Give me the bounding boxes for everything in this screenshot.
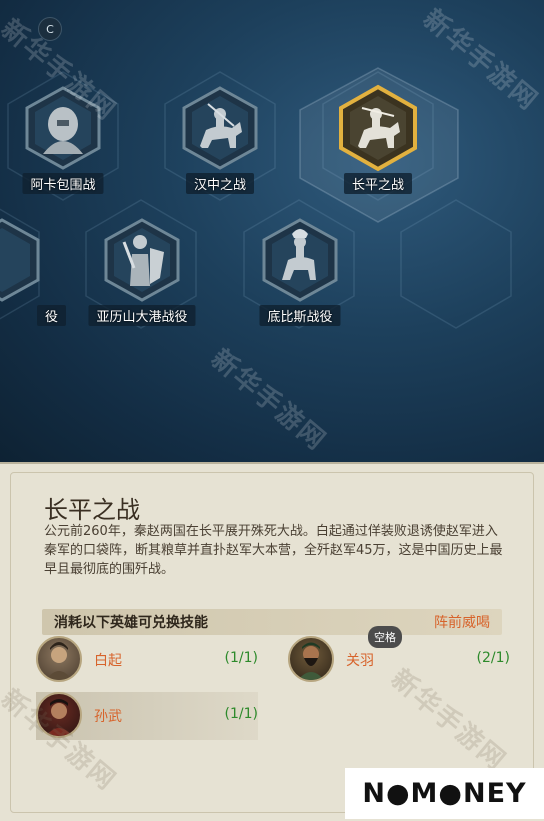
battle-node-hanzhong[interactable]: 汉中之战 <box>160 84 280 194</box>
battle-label: 汉中之战 <box>185 173 255 194</box>
skill-name[interactable]: 阵前威喝 <box>434 612 490 632</box>
battle-label: 役 <box>36 305 66 326</box>
battle-label: 底比斯战役 <box>259 305 341 326</box>
skill-exchange-bar: 消耗以下英雄可兑换技能 阵前威喝 <box>42 609 502 635</box>
battle-description: 公元前260年，秦赵两国在长平展开殊死大战。白起通过佯装败退诱使赵军进入秦军的口… <box>44 524 503 577</box>
hero-item-sunwu[interactable]: 孙武 (1/1) <box>36 692 258 740</box>
battle-map-area: C 阿卡包围战 汉中之战 长平之战 役 亚历山大港战役 底比斯战役 新华手游网 … <box>0 0 544 462</box>
battle-node-thebes[interactable]: 底比斯战役 <box>240 216 360 326</box>
warrior-portrait-icon <box>298 642 324 680</box>
hero-avatar <box>36 692 82 738</box>
cavalry-icon <box>0 218 40 302</box>
warrior-bust-icon <box>25 86 101 170</box>
battle-title: 长平之战 <box>44 496 140 524</box>
nomoney-logo: N●M●NEY <box>345 768 544 819</box>
tooltip: 空格 <box>368 626 402 648</box>
battle-label: 亚历山大港战役 <box>88 305 196 326</box>
hero-count: (1/1) <box>224 706 258 722</box>
warrior-portrait-icon <box>46 699 72 736</box>
battle-label: 阿卡包围战 <box>22 173 104 194</box>
hero-name: 孙武 <box>94 709 122 725</box>
warrior-portrait-icon <box>46 642 72 680</box>
hero-count: (2/1) <box>476 650 510 666</box>
exchange-label: 消耗以下英雄可兑换技能 <box>54 615 208 631</box>
battle-node-alexandria[interactable]: 亚历山大港战役 <box>82 216 202 326</box>
hero-name: 白起 <box>94 653 122 669</box>
hero-item-baiqi[interactable]: 白起 (1/1) <box>36 636 258 684</box>
hero-avatar <box>36 636 82 682</box>
cavalry-icon <box>182 86 258 170</box>
battle-node-akka[interactable]: 阿卡包围战 <box>3 84 123 194</box>
battle-label: 长平之战 <box>343 173 413 194</box>
battle-node-changping-selected[interactable]: 长平之战 <box>318 84 438 194</box>
shield-warrior-icon <box>104 218 180 302</box>
hero-name: 关羽 <box>346 653 374 669</box>
hero-avatar <box>288 636 334 682</box>
cavalry-icon <box>339 84 417 172</box>
close-button[interactable]: C <box>38 17 62 41</box>
hero-count: (1/1) <box>224 650 258 666</box>
battle-node-partial[interactable]: 役 <box>0 216 66 326</box>
cavalry-icon <box>262 218 338 302</box>
